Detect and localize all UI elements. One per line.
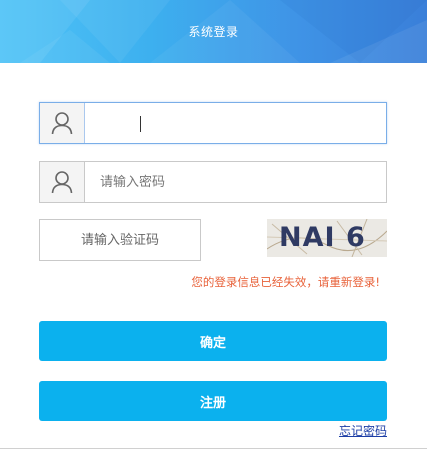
captcha-input[interactable] xyxy=(39,219,201,261)
username-row xyxy=(39,102,387,144)
submit-button[interactable]: 确定 xyxy=(39,321,387,361)
user-icon xyxy=(51,112,73,135)
password-input[interactable] xyxy=(85,162,386,202)
text-caret xyxy=(140,116,141,132)
user-icon xyxy=(51,171,73,194)
captcha-image[interactable]: NAI 6 xyxy=(267,219,387,257)
username-icon-box xyxy=(40,103,85,143)
register-button[interactable]: 注册 xyxy=(39,381,387,421)
login-page: 系统登录 NAI 6 xyxy=(0,0,427,450)
page-title: 系统登录 xyxy=(188,25,239,39)
header-banner: 系统登录 xyxy=(0,0,427,63)
password-row xyxy=(39,161,387,203)
password-icon-box xyxy=(40,162,85,202)
captcha-text: NAI 6 xyxy=(279,222,366,253)
error-message: 您的登录信息已经失效，请重新登录! xyxy=(191,275,380,289)
username-input[interactable] xyxy=(85,103,386,143)
divider xyxy=(0,448,427,449)
forgot-password-link[interactable]: 忘记密码 xyxy=(339,422,387,439)
